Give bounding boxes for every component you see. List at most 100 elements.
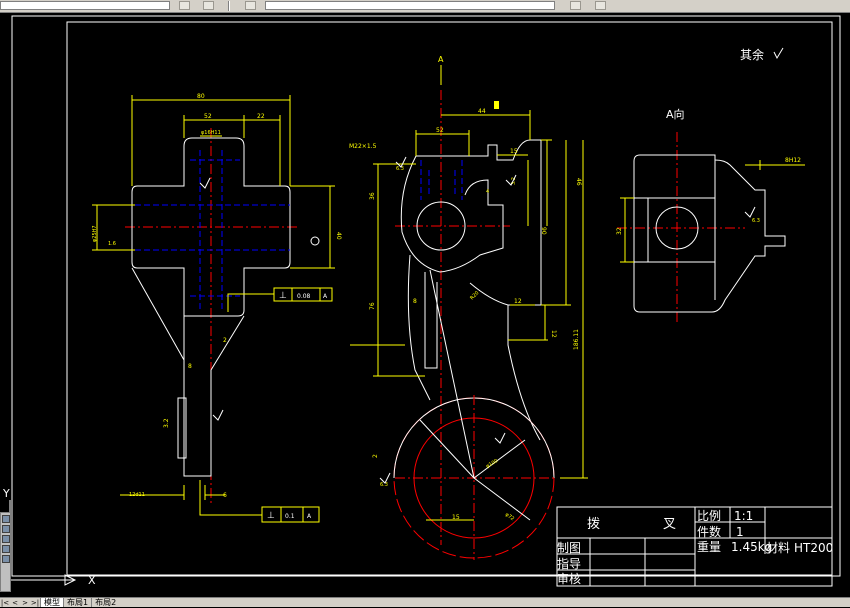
- toolbar-separator: [228, 1, 230, 11]
- left-rib: [131, 267, 185, 361]
- tb-part-name-2: 叉: [663, 517, 676, 532]
- roughness-symbol: [773, 47, 784, 60]
- ucs-x-label: X: [88, 574, 96, 587]
- view-label: A向: [666, 107, 685, 121]
- dim-16h11: φ16H11: [201, 130, 221, 136]
- right-roughness: [744, 206, 756, 218]
- tb-material-label: 材料: [766, 541, 790, 555]
- main-dim-phi72: φ72: [504, 512, 515, 522]
- side-tool-4[interactable]: [1, 545, 10, 553]
- roughness-mark-2: [212, 409, 224, 421]
- side-panel: [0, 512, 11, 592]
- tol1-symbol: ⊥: [279, 291, 287, 301]
- main-dim-12a: 12: [514, 298, 522, 305]
- main-dim-6-3b: 6.3: [380, 482, 388, 488]
- main-dim-186: 186.11: [573, 329, 580, 350]
- left-view: 80 52 22 φ16H11 φ25H7 1.6 40 8 2 3.2 12d…: [92, 93, 342, 523]
- ucs-y-label: Y: [2, 487, 10, 500]
- ucs-icon: X Y: [2, 487, 96, 587]
- tb-drawn-label: 制图: [557, 541, 581, 555]
- drawing-svg: 其余 80 52 22 φ16H11 φ25H7 1.6 40 8 2 3.2 …: [2, 15, 841, 587]
- main-dim-phi100: φ100: [485, 458, 499, 470]
- dim-80: 80: [197, 93, 205, 100]
- main-arm-left: [407, 254, 431, 401]
- dim-52: 52: [204, 113, 212, 120]
- inner-border: [66, 21, 833, 576]
- title-block: 拨 叉 比例 1:1 件数 1 重量 1.45kg 材料 HT200 制图 指导…: [556, 506, 833, 587]
- right-dim-6-3: 6.3: [752, 218, 760, 224]
- drawing-canvas[interactable]: 其余 80 52 22 φ16H11 φ25H7 1.6 40 8 2 3.2 …: [0, 13, 850, 597]
- main-datum-marker: [494, 101, 499, 109]
- tb-weight-label: 重量: [697, 540, 721, 554]
- tb-part-name-1: 拨: [587, 517, 600, 532]
- main-dim-46: 46: [575, 178, 582, 186]
- roughness-mark-1: [199, 177, 211, 189]
- right-view: A向 8H12 32 6.3: [616, 107, 805, 325]
- fork-radius-3: [473, 477, 531, 521]
- tab-next-icon[interactable]: >: [20, 599, 30, 608]
- tol1-datum: A: [323, 293, 328, 300]
- tb-review-label: 审核: [557, 571, 581, 586]
- main-dim-6-3: 6.3: [396, 166, 404, 172]
- side-tool-1[interactable]: [1, 515, 10, 523]
- style-dropdown[interactable]: [265, 1, 555, 10]
- main-dim-44: 44: [478, 108, 486, 115]
- fork-guide: [429, 269, 475, 479]
- tol2-datum: A: [307, 513, 312, 520]
- main-dim-8: 8: [413, 298, 417, 305]
- tab-last-icon[interactable]: >|: [30, 599, 40, 608]
- left-hub-outline-l: [131, 146, 185, 316]
- fork-radius-2: [473, 439, 526, 479]
- tab-first-icon[interactable]: |<: [0, 599, 10, 608]
- fork-radius-1: [419, 419, 475, 479]
- main-roughness-3: [494, 432, 506, 444]
- tb-instructor-label: 指导: [557, 556, 581, 571]
- layer-dropdown[interactable]: [0, 1, 170, 10]
- properties-icon[interactable]: [203, 1, 214, 10]
- tb-scale-label: 比例: [697, 509, 721, 523]
- tolerance-frame-2: ⊥ 0.1 A: [199, 480, 320, 523]
- dim-3-2: 3.2: [163, 418, 170, 428]
- refresh-icon[interactable]: [245, 1, 256, 10]
- main-dim-m22: M22×1.5: [349, 143, 377, 150]
- dim-8: 8: [188, 363, 192, 370]
- main-dim-4: 4: [486, 189, 489, 195]
- main-dim-90: 90: [540, 227, 547, 235]
- main-dim-36: 36: [369, 192, 376, 200]
- main-dim-12b: 12: [550, 330, 557, 338]
- main-dim-2: 2: [372, 454, 379, 458]
- roughness-note: 其余: [740, 47, 764, 62]
- main-dim-76: 76: [369, 302, 376, 310]
- help-icon[interactable]: [570, 1, 581, 10]
- dim-40: 40: [335, 232, 342, 240]
- main-view: A 52 M22×1.5 6.3 36 4 3.2 44 15 46 90 76…: [349, 55, 588, 560]
- dim-6: 6: [223, 492, 227, 499]
- dim-1-6: 1.6: [108, 241, 116, 247]
- section-mark-a-top: A: [438, 55, 444, 64]
- right-dim-32: 32: [616, 227, 623, 235]
- help-icon-2[interactable]: [595, 1, 606, 10]
- tab-prev-icon[interactable]: <: [10, 599, 20, 608]
- side-tool-3[interactable]: [1, 535, 10, 543]
- main-dim-r20: R20: [469, 290, 480, 301]
- tb-qty-label: 件数: [697, 524, 721, 539]
- main-dim-15: 15: [510, 148, 518, 155]
- dim-25h7: φ25H7: [92, 225, 98, 242]
- tb-scale-value: 1:1: [734, 509, 753, 523]
- left-slot: [177, 397, 187, 459]
- side-tool-5[interactable]: [1, 555, 10, 563]
- main-rib: [424, 272, 438, 369]
- dim-12d11: 12d11: [129, 492, 145, 498]
- tol2-symbol: ⊥: [267, 511, 275, 521]
- left-arm: [183, 315, 245, 477]
- dim-2: 2: [223, 337, 227, 344]
- datum-mark: [310, 236, 320, 246]
- layer-icon[interactable]: [179, 1, 190, 10]
- tb-material-value: HT200: [794, 541, 833, 555]
- main-dim-15b: 15: [452, 514, 460, 521]
- tb-qty-value: 1: [736, 525, 744, 539]
- right-dim-8h12: 8H12: [785, 157, 801, 164]
- side-tool-2[interactable]: [1, 525, 10, 533]
- main-dim-52: 52: [436, 127, 444, 134]
- dim-22: 22: [257, 113, 265, 120]
